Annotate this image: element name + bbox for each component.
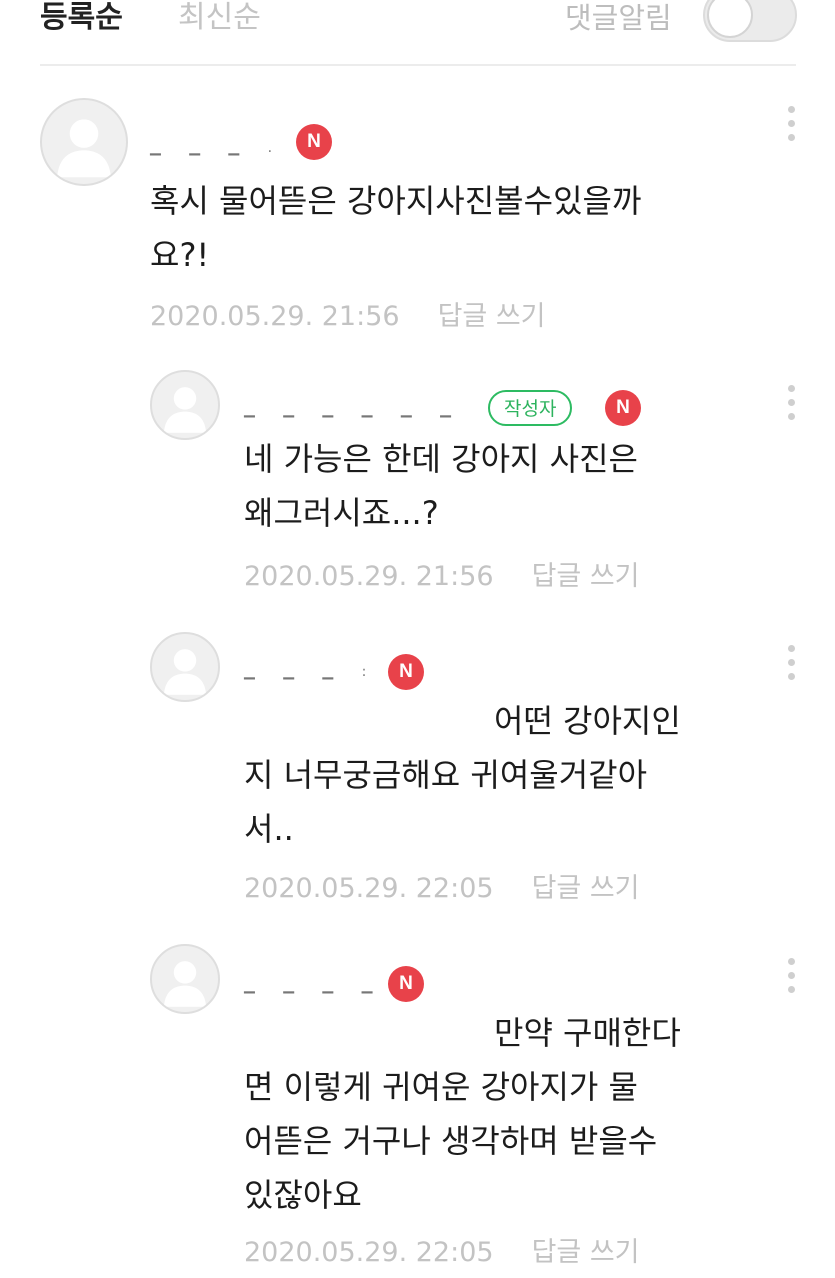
default-user-icon <box>163 387 207 433</box>
masked-username: ▁ ▁ ▁ . <box>150 140 285 156</box>
comment-line: 혹시 물어뜯은 강아지사진볼수있을까 <box>150 182 642 220</box>
reply-button[interactable]: 답글 쓰기 <box>438 301 546 332</box>
default-user-icon <box>163 649 207 695</box>
new-badge: N <box>605 390 641 426</box>
comment-line: 지 너무궁금해요 귀여울거같아 <box>244 756 648 794</box>
author-tag: 작성자 <box>488 390 573 426</box>
comment-meta: 2020.05.29. 22:05 답글 쓰기 <box>244 1236 640 1270</box>
comment-meta: 2020.05.29. 21:56 답글 쓰기 <box>150 300 546 334</box>
reply-button[interactable]: 답글 쓰기 <box>532 561 640 592</box>
comment-line: 어떤 강아지인 <box>494 702 681 740</box>
more-options-icon[interactable] <box>786 958 796 1000</box>
comment-notification-toggle[interactable] <box>703 0 797 42</box>
reply-button[interactable]: 답글 쓰기 <box>532 873 640 904</box>
avatar[interactable] <box>150 944 220 1014</box>
more-options-icon[interactable] <box>786 645 796 687</box>
comment-timestamp: 2020.05.29. 22:05 <box>244 873 494 904</box>
new-badge: N <box>388 966 424 1002</box>
default-user-icon <box>163 961 207 1007</box>
comment-text: 네 가능은 한데 강아지 사진은 왜그러시죠...? <box>244 432 638 540</box>
comment-meta: 2020.05.29. 22:05 답글 쓰기 <box>244 872 640 906</box>
avatar[interactable] <box>150 370 220 440</box>
masked-username: ▁ ▁ ▁ ▁ <box>244 978 385 994</box>
comment-text: 만약 구매한다 면 이렇게 귀여운 강아지가 물 어뜯은 거구나 생각하며 받을… <box>244 1006 681 1222</box>
divider <box>40 64 796 66</box>
comment-timestamp: 2020.05.29. 21:56 <box>150 301 400 332</box>
new-badge: N <box>388 654 424 690</box>
comment-sort-bar: 등록순 최신순 댓글알림 <box>0 0 835 64</box>
new-badge: N <box>296 124 332 160</box>
comment-timestamp: 2020.05.29. 22:05 <box>244 1237 494 1268</box>
more-options-icon[interactable] <box>786 106 796 148</box>
comment-line: 요?! <box>150 236 210 274</box>
sort-tab-registered[interactable]: 등록순 <box>40 0 123 36</box>
comment-text: 어떤 강아지인 지 너무궁금해요 귀여울거같아 서.. <box>244 694 681 856</box>
comment-line: 네 가능은 한데 강아지 사진은 <box>244 440 638 478</box>
comment-text: 혹시 물어뜯은 강아지사진볼수있을까 요?! <box>150 174 641 282</box>
avatar[interactable] <box>40 98 128 186</box>
default-user-icon <box>57 119 111 178</box>
avatar[interactable] <box>150 632 220 702</box>
comment-notification-label: 댓글알림 <box>565 1 672 35</box>
comment-line: 서.. <box>244 810 294 848</box>
masked-username: ▁ ▁ ▁ : <box>244 664 379 680</box>
comment-line: 어뜯은 거구나 생각하며 받을수 <box>244 1122 658 1160</box>
comment-line: 면 이렇게 귀여운 강아지가 물 <box>244 1068 638 1106</box>
more-options-icon[interactable] <box>786 385 796 427</box>
sort-tab-latest[interactable]: 최신순 <box>178 0 261 36</box>
comment-line: 왜그러시죠...? <box>244 494 439 532</box>
toggle-knob <box>707 0 753 38</box>
comment-timestamp: 2020.05.29. 21:56 <box>244 561 494 592</box>
comment-meta: 2020.05.29. 21:56 답글 쓰기 <box>244 560 640 594</box>
masked-username: ▁ ▁ ▁ ▁ ▁ ▁ <box>244 402 463 418</box>
comment-line: 있잖아요 <box>244 1176 362 1214</box>
reply-button[interactable]: 답글 쓰기 <box>532 1237 640 1268</box>
comment-line: 만약 구매한다 <box>494 1014 681 1052</box>
